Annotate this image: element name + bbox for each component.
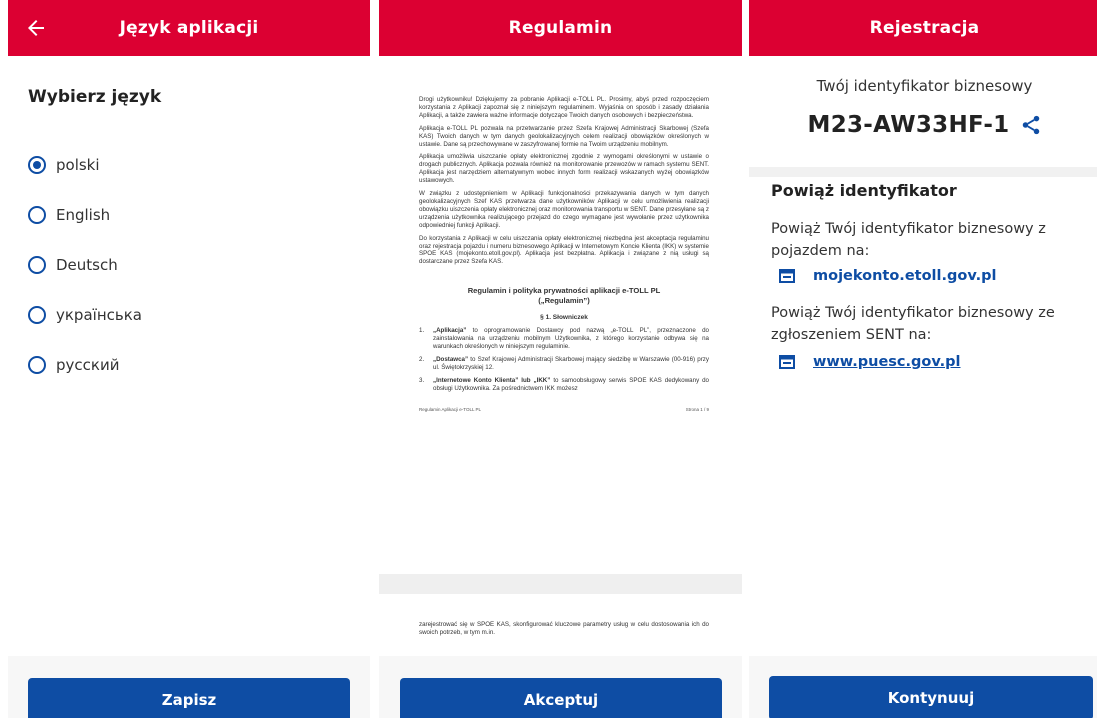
footer-left: Regulamin Aplikacji e-TOLL PL: [419, 406, 482, 412]
radio-unchecked-icon[interactable]: [28, 356, 46, 374]
language-label: українська: [56, 306, 142, 324]
language-heading: Wybierz język: [28, 87, 162, 107]
language-label: English: [56, 206, 111, 224]
link-instruction: Powiąż Twój identyfikator biznesowy ze z…: [771, 305, 1055, 343]
document-paragraph: Aplikacja e-TOLL PL pozwala na przetwarz…: [419, 124, 709, 148]
business-id-label: Twój identyfikator biznesowy: [816, 77, 1033, 95]
link-url[interactable]: mojekonto.etoll.gov.pl: [813, 268, 996, 284]
document-page: zarejestrować się w SPOE KAS, skonfiguro…: [419, 621, 709, 642]
page-title: Rejestracja: [869, 18, 980, 38]
language-option-ukrainian[interactable]: українська: [28, 290, 142, 340]
language-label: русский: [56, 356, 120, 374]
arrow-left-icon[interactable]: [24, 16, 48, 40]
document-section-heading: § 1. Słowniczek: [540, 314, 588, 322]
puesc-link[interactable]: www.puesc.gov.pl: [779, 354, 961, 370]
app-bar: Regulamin: [379, 0, 742, 56]
document-title-line: („Regulamin”): [538, 296, 590, 306]
definition-term: „Dostawca”: [433, 355, 469, 363]
document-paragraph: Do korzystania z Aplikacji w celu uiszcz…: [419, 234, 709, 266]
business-id-row: M23-AW33HF-1: [749, 112, 1097, 138]
registration-screen: Rejestracja Twój identyfikator biznesowy…: [749, 0, 1097, 718]
radio-unchecked-icon[interactable]: [28, 256, 46, 274]
page-title: Język aplikacji: [119, 18, 259, 38]
definition-body: „Dostawca” to Szef Krajowej Administracj…: [433, 356, 709, 372]
definition-item: 1. „Aplikacja” to oprogramowanie Dostawc…: [419, 327, 709, 351]
definition-term: „Aplikacja”: [433, 327, 467, 335]
language-label: Deutsch: [56, 256, 118, 274]
document-paragraph: W związku z udostępnieniem w Aplikacji f…: [419, 190, 709, 229]
language-option-russian[interactable]: русский: [28, 340, 142, 390]
app-bar: Język aplikacji: [8, 0, 370, 56]
document-title: Regulamin i polityka prywatności aplikac…: [419, 286, 709, 306]
mojekonto-link[interactable]: mojekonto.etoll.gov.pl: [779, 268, 996, 284]
definition-item: 3. „Internetowe Konto Klienta” lub „IKK”…: [419, 377, 709, 393]
terms-screen: Regulamin Drogi użytkowniku! Dziękujemy …: [379, 0, 742, 718]
language-screen: Język aplikacji Wybierz język polski Eng…: [8, 0, 370, 718]
browser-window-icon: [779, 355, 795, 369]
definition-number: 3.: [419, 376, 425, 384]
language-option-deutsch[interactable]: Deutsch: [28, 240, 142, 290]
definition-term: „Internetowe Konto Klienta” lub „IKK”: [433, 376, 551, 384]
share-icon[interactable]: [1020, 114, 1042, 136]
section-divider: [749, 167, 1097, 177]
definition-number: 1.: [419, 327, 425, 335]
definition-body: „Aplikacja” to oprogramowanie Dostawcy p…: [433, 327, 709, 351]
radio-unchecked-icon[interactable]: [28, 206, 46, 224]
language-list: polski English Deutsch українська русски…: [28, 140, 142, 390]
document-paragraph: Aplikacja umożliwia uiszczanie opłaty el…: [419, 153, 709, 185]
document-paragraph: zarejestrować się w SPOE KAS, skonfiguro…: [419, 621, 709, 636]
page-separator: [379, 574, 742, 594]
definition-body: „Internetowe Konto Klienta” lub „IKK” to…: [433, 377, 709, 393]
definition-item: 2. „Dostawca” to Szef Krajowej Administr…: [419, 356, 709, 372]
document-paragraph: Drogi użytkowniku! Dziękujemy za pobrani…: [419, 96, 709, 119]
document-footer: Regulamin Aplikacji e-TOLL PL Strona 1 /…: [419, 407, 709, 412]
definition-number: 2.: [419, 355, 425, 363]
app-bar: Rejestracja: [749, 0, 1097, 56]
accept-button[interactable]: Akceptuj: [400, 678, 722, 718]
language-label: polski: [56, 156, 100, 174]
link-url[interactable]: www.puesc.gov.pl: [813, 354, 961, 370]
definition-text: to Szef Krajowej Administracji Skarbowej…: [433, 355, 709, 371]
document-title-line: Regulamin i polityka prywatności aplikac…: [467, 286, 661, 296]
language-option-english[interactable]: English: [28, 190, 142, 240]
link-section-heading: Powiąż identyfikator: [771, 181, 957, 200]
definition-text: to oprogramowanie Dostawcy pod nazwą „e-…: [433, 327, 709, 351]
page-number: Strona 1 / 9: [685, 406, 709, 412]
terms-document[interactable]: Drogi użytkowniku! Dziękujemy za pobrani…: [379, 56, 742, 656]
link-instruction: Powiąż Twój identyfikator biznesowy z po…: [771, 221, 1046, 259]
radio-checked-icon[interactable]: [28, 156, 46, 174]
continue-button[interactable]: Kontynuuj: [769, 676, 1093, 718]
radio-unchecked-icon[interactable]: [28, 306, 46, 324]
save-button[interactable]: Zapisz: [28, 678, 350, 718]
business-id-value: M23-AW33HF-1: [807, 112, 1010, 138]
language-option-polski[interactable]: polski: [28, 140, 142, 190]
browser-window-icon: [779, 269, 795, 283]
document-page: Drogi użytkowniku! Dziękujemy za pobrani…: [419, 96, 709, 412]
page-title: Regulamin: [508, 18, 613, 38]
